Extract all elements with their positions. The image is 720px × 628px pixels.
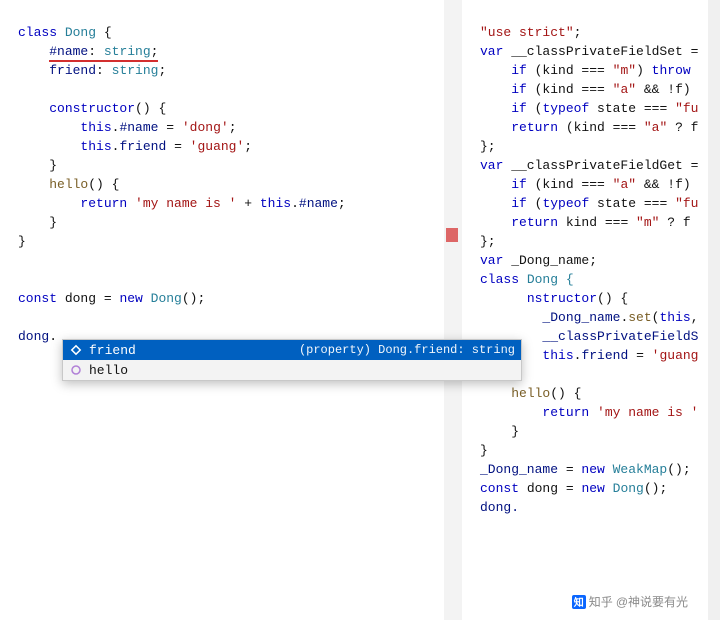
kw-const: const xyxy=(18,291,57,306)
type-string: string xyxy=(112,63,159,78)
diff-gutter xyxy=(444,0,462,620)
watermark: 知 知乎 @神说要有光 xyxy=(572,593,688,610)
kw-new: new xyxy=(119,291,142,306)
autocomplete-detail: (property) Dong.friend: string xyxy=(299,343,515,357)
brace: } xyxy=(49,215,57,230)
autocomplete-popup[interactable]: friend (property) Dong.friend: string he… xyxy=(62,339,522,381)
kw-var: var xyxy=(480,44,503,59)
kw-class: class xyxy=(18,25,57,40)
private-field-decl: #name xyxy=(49,44,88,59)
autocomplete-label: friend xyxy=(89,343,293,358)
kw-this: this xyxy=(80,120,111,135)
method-icon xyxy=(69,363,83,377)
autocomplete-item-friend[interactable]: friend (property) Dong.friend: string xyxy=(63,340,521,360)
kw-return: return xyxy=(80,196,127,211)
editor-right-pane[interactable]: "use strict"; var __classPrivateFieldSet… xyxy=(462,0,720,620)
field-friend: friend xyxy=(49,63,96,78)
watermark-author: @神说要有光 xyxy=(616,593,688,610)
brace: } xyxy=(49,158,57,173)
scrollbar-vertical[interactable] xyxy=(708,0,720,620)
use-strict: "use strict" xyxy=(480,25,574,40)
watermark-site: 知乎 xyxy=(589,593,613,610)
type-string: string xyxy=(104,44,151,59)
kw-constructor: constructor xyxy=(49,101,135,116)
editor-left-pane[interactable]: class Dong { #name: string; friend: stri… xyxy=(0,0,444,620)
diff-marker xyxy=(446,228,458,242)
obj-dong: dong xyxy=(18,329,49,344)
zhihu-icon: 知 xyxy=(572,595,586,609)
string-literal: 'dong' xyxy=(182,120,229,135)
brace: } xyxy=(18,234,26,249)
field-icon xyxy=(69,343,83,357)
class-name: Dong xyxy=(65,25,96,40)
string-literal: 'guang' xyxy=(190,139,245,154)
kw-this: this xyxy=(80,139,111,154)
brace: { xyxy=(96,25,112,40)
method-hello: hello xyxy=(49,177,88,192)
autocomplete-item-hello[interactable]: hello xyxy=(63,360,521,380)
autocomplete-label: hello xyxy=(89,363,509,378)
